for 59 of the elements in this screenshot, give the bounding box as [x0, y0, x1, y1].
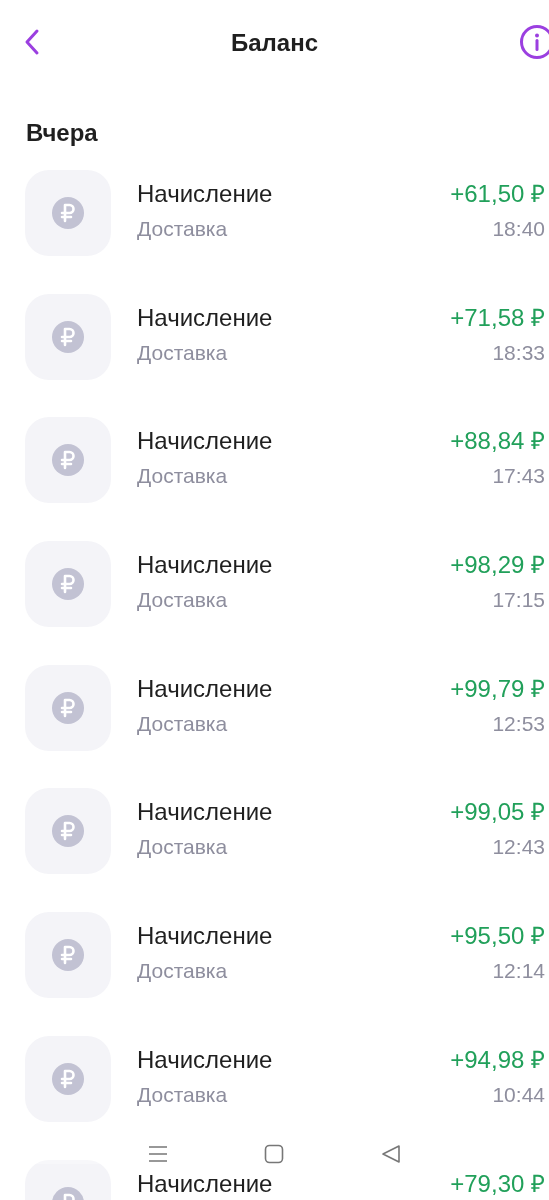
transaction-time: 18:40 — [492, 216, 545, 242]
transaction-amount: +95,50 ₽ — [450, 921, 545, 952]
transaction-amount: +99,79 ₽ — [450, 673, 545, 704]
transaction-title: Начисление — [137, 426, 273, 457]
ruble-icon — [52, 320, 84, 353]
transaction-subtitle: Доставка — [137, 587, 228, 614]
transaction-time: 12:43 — [492, 834, 545, 861]
screen-title: Баланс — [230, 27, 318, 58]
info-button[interactable] — [519, 24, 549, 60]
transaction-amount: +99,05 ₽ — [450, 797, 545, 828]
transaction-title: Начисление — [137, 1044, 273, 1075]
ruble-icon — [52, 568, 84, 601]
transaction-time: 10:44 — [492, 1081, 545, 1108]
ruble-icon — [52, 444, 84, 477]
transaction-subtitle: Доставка — [137, 1081, 228, 1108]
menu-icon[interactable] — [148, 1145, 169, 1163]
transaction-row[interactable]: Начисление Доставка +95,50 ₽ 12:14 — [0, 912, 549, 1036]
transaction-amount: +79,30 ₽ — [450, 1168, 545, 1199]
transaction-subtitle: Доставка — [137, 834, 228, 861]
transaction-amount: +61,50 ₽ — [450, 179, 545, 209]
transaction-row[interactable]: Начисление Доставка +88,84 ₽ 17:43 — [0, 417, 549, 542]
transaction-title: Начисление — [137, 673, 273, 704]
transaction-amount: +88,84 ₽ — [450, 426, 545, 457]
transaction-row[interactable]: Начисление Доставка +71,58 ₽ 18:33 — [0, 293, 549, 418]
ruble-icon — [52, 1062, 84, 1095]
transaction-time: 17:15 — [492, 587, 545, 614]
transaction-title: Начисление — [137, 179, 273, 209]
transaction-row[interactable]: Начисление +79,30 ₽ — [0, 1159, 549, 1200]
transaction-subtitle: Доставка — [137, 958, 228, 985]
transaction-subtitle: Доставка — [137, 710, 228, 737]
ruble-icon — [52, 815, 84, 848]
transaction-row[interactable]: Начисление Доставка +99,05 ₽ 12:43 — [0, 788, 549, 913]
transaction-title: Начисление — [137, 550, 273, 581]
transaction-amount: +98,29 ₽ — [450, 550, 545, 581]
ruble-icon — [52, 939, 84, 972]
transaction-amount: +94,98 ₽ — [450, 1044, 545, 1075]
transaction-subtitle: Доставка — [137, 339, 228, 366]
back-icon — [24, 28, 40, 56]
info-icon — [519, 24, 549, 60]
ruble-icon — [52, 691, 84, 724]
transaction-time: 17:43 — [492, 463, 545, 490]
transaction-amount: +71,58 ₽ — [450, 302, 545, 333]
transaction-title: Начисление — [137, 921, 273, 952]
transaction-row[interactable]: Начисление Доставка +98,29 ₽ 17:15 — [0, 541, 549, 665]
transaction-subtitle: Доставка — [137, 216, 228, 242]
back-icon[interactable] — [380, 1144, 401, 1164]
transaction-title: Начисление — [137, 1168, 273, 1199]
transaction-subtitle: Доставка — [137, 463, 228, 490]
home-icon[interactable] — [264, 1144, 285, 1164]
transaction-row[interactable]: Начисление Доставка +94,98 ₽ 10:44 — [0, 1035, 549, 1160]
transaction-time: 12:53 — [492, 710, 545, 737]
transaction-time: 18:33 — [492, 339, 545, 366]
transaction-title: Начисление — [137, 302, 273, 333]
transaction-time: 12:14 — [492, 958, 545, 985]
ruble-icon — [52, 197, 84, 229]
transaction-row[interactable]: Начисление Доставка +99,79 ₽ 12:53 — [0, 664, 549, 789]
section-heading: Вчера — [26, 119, 98, 146]
transaction-row[interactable]: Начисление Доставка +61,50 ₽ 18:40 — [0, 170, 549, 294]
transaction-title: Начисление — [137, 797, 273, 828]
